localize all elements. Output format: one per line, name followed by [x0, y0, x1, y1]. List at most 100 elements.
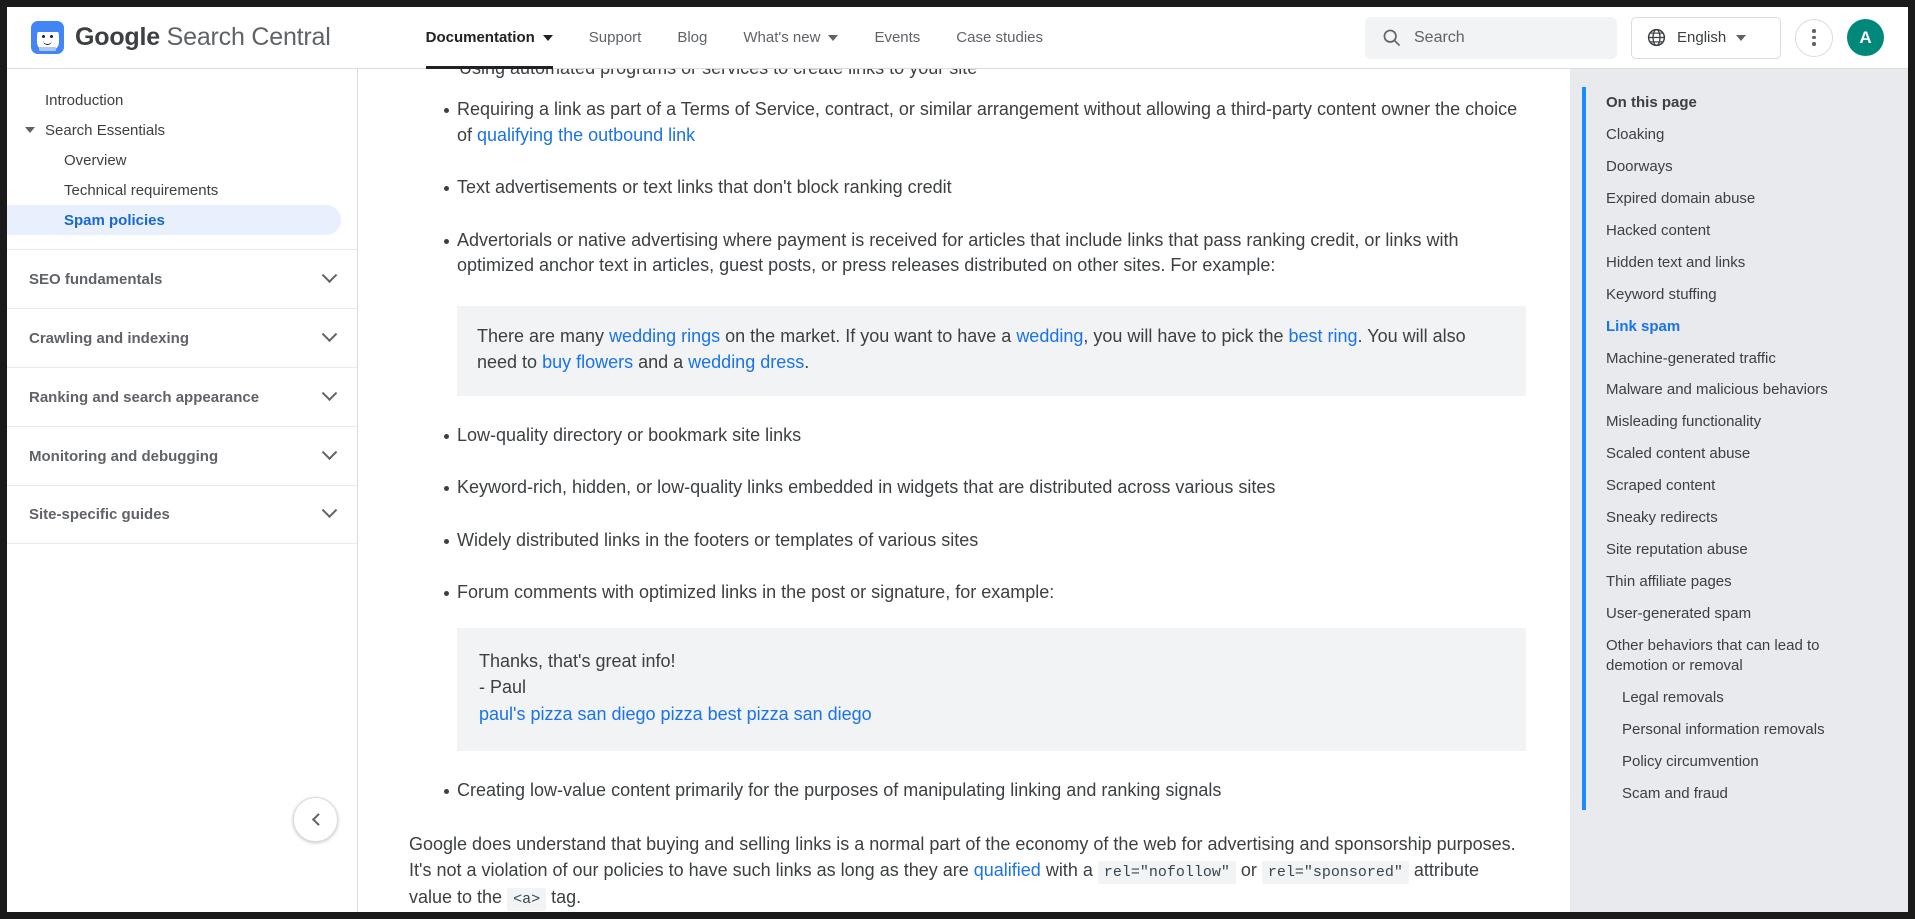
toc-item-scraped-content[interactable]: Scraped content: [1606, 470, 1872, 502]
wedding-dress-link[interactable]: wedding dress: [688, 352, 804, 372]
chevron-down-icon: [828, 35, 838, 41]
chevron-down-icon: [25, 127, 35, 133]
link-spam-bullet-list-part1: Requiring a link as part of a Terms of S…: [409, 97, 1526, 804]
forum-line-1: Thanks, that's great info!: [479, 648, 1504, 674]
toc-item-expired-domain-abuse[interactable]: Expired domain abuse: [1606, 183, 1872, 215]
sidebar-item-label: Search Essentials: [45, 122, 165, 139]
best-ring-link[interactable]: best ring: [1288, 326, 1357, 346]
nav-label-whats-new: What's new: [743, 29, 820, 46]
search-placeholder: Search: [1414, 29, 1465, 47]
toc-item-misleading-functionality[interactable]: Misleading functionality: [1606, 406, 1872, 438]
list-item: Creating low-value content primarily for…: [409, 778, 1526, 804]
sidebar-item-search-essentials[interactable]: Search Essentials: [7, 115, 357, 145]
chevron-down-icon: [322, 502, 338, 518]
closing-paragraph: Google does understand that buying and s…: [409, 831, 1526, 912]
chevron-left-icon: [312, 813, 325, 826]
nav-item-documentation[interactable]: Documentation: [408, 7, 571, 69]
list-item: Text advertisements or text links that d…: [409, 175, 1526, 201]
list-item: Requiring a link as part of a Terms of S…: [409, 97, 1526, 148]
wedding-link[interactable]: wedding: [1016, 326, 1083, 346]
toc-item-hacked-content[interactable]: Hacked content: [1606, 215, 1872, 247]
sidebar-section-seo-fundamentals[interactable]: SEO fundamentals: [7, 249, 357, 308]
chevron-down-icon: [1736, 35, 1746, 41]
sidebar-item-label: Spam policies: [64, 212, 165, 229]
search-input[interactable]: Search: [1365, 17, 1617, 59]
left-sidebar: Introduction Search Essentials Overview …: [7, 69, 358, 912]
nav-label-support: Support: [589, 29, 642, 46]
google-search-central-robot-logo-icon: [31, 21, 64, 54]
toc-item-hidden-text-and-links[interactable]: Hidden text and links: [1606, 247, 1872, 279]
sidebar-section-label: Ranking and search appearance: [29, 389, 259, 406]
avatar[interactable]: A: [1847, 19, 1884, 56]
bullet-text: Creating low-value content primarily for…: [457, 780, 1221, 800]
example-text: There are many: [477, 326, 609, 346]
nav-item-events[interactable]: Events: [856, 7, 938, 69]
buy-flowers-link[interactable]: buy flowers: [542, 352, 633, 372]
collapse-sidebar-button[interactable]: [293, 797, 338, 842]
scrolled-off-bullet: Using automated programs or services to …: [409, 69, 1526, 97]
primary-nav: Documentation Support Blog What's new Ev…: [408, 7, 1061, 69]
paragraph-text: with a: [1041, 860, 1098, 880]
forum-spam-link[interactable]: paul's pizza san diego pizza best pizza …: [479, 704, 872, 724]
nav-item-support[interactable]: Support: [571, 7, 660, 69]
language-selector[interactable]: English: [1631, 17, 1781, 59]
nav-label-events: Events: [874, 29, 920, 46]
nav-item-case-studies[interactable]: Case studies: [938, 7, 1061, 69]
toc-item-sneaky-redirects[interactable]: Sneaky redirects: [1606, 502, 1872, 534]
qualifying-the-outbound-link-link[interactable]: qualifying the outbound link: [477, 125, 695, 145]
sidebar-section-label: Site-specific guides: [29, 506, 170, 523]
sidebar-item-technical-requirements[interactable]: Technical requirements: [7, 175, 357, 205]
chevron-down-icon: [322, 385, 338, 401]
toc-item-keyword-stuffing[interactable]: Keyword stuffing: [1606, 279, 1872, 311]
toc-item-user-generated-spam[interactable]: User-generated spam: [1606, 598, 1872, 630]
sidebar-item-label: Technical requirements: [64, 182, 218, 199]
nav-label-blog: Blog: [677, 29, 707, 46]
list-item: Widely distributed links in the footers …: [409, 528, 1526, 554]
nav-item-blog[interactable]: Blog: [659, 7, 725, 69]
toc-item-policy-circumvention[interactable]: Policy circumvention: [1606, 746, 1872, 778]
sidebar-section-monitoring-and-debugging[interactable]: Monitoring and debugging: [7, 426, 357, 485]
example-text: on the market. If you want to have a: [720, 326, 1016, 346]
toc-item-other-behaviors[interactable]: Other behaviors that can lead to demotio…: [1606, 630, 1872, 682]
sidebar-item-spam-policies[interactable]: Spam policies: [7, 205, 341, 235]
on-this-page-toc: On this page Cloaking Doorways Expired d…: [1582, 87, 1872, 810]
more-options-button[interactable]: [1795, 19, 1833, 57]
toc-item-scam-and-fraud[interactable]: Scam and fraud: [1606, 778, 1872, 810]
toc-item-link-spam[interactable]: Link spam: [1606, 311, 1872, 343]
toc-item-thin-affiliate-pages[interactable]: Thin affiliate pages: [1606, 566, 1872, 598]
list-item: Forum comments with optimized links in t…: [409, 580, 1526, 751]
toc-item-doorways[interactable]: Doorways: [1606, 151, 1872, 183]
rel-nofollow-code: rel="nofollow": [1098, 861, 1236, 884]
toc-item-site-reputation-abuse[interactable]: Site reputation abuse: [1606, 534, 1872, 566]
brand-logo-link[interactable]: Google Search Central: [31, 21, 331, 54]
toc-item-scaled-content-abuse[interactable]: Scaled content abuse: [1606, 438, 1872, 470]
anchor-tag-code: <a>: [507, 888, 546, 911]
nav-label-case-studies: Case studies: [956, 29, 1043, 46]
sidebar-section-ranking-and-search-appearance[interactable]: Ranking and search appearance: [7, 367, 357, 426]
brand-rest-word: Search Central: [160, 23, 331, 51]
nav-label-documentation: Documentation: [426, 29, 535, 46]
sidebar-item-introduction[interactable]: Introduction: [7, 85, 357, 115]
toc-item-personal-information-removals[interactable]: Personal information removals: [1606, 714, 1872, 746]
brand-google-word: Google: [75, 23, 160, 51]
toc-item-legal-removals[interactable]: Legal removals: [1606, 682, 1872, 714]
avatar-initial: A: [1859, 28, 1871, 48]
bullet-text: Advertorials or native advertising where…: [457, 230, 1458, 276]
qualified-link[interactable]: qualified: [974, 860, 1041, 880]
example-text: , you will have to pick the: [1083, 326, 1288, 346]
sidebar-item-overview[interactable]: Overview: [7, 145, 357, 175]
sidebar-section-site-specific-guides[interactable]: Site-specific guides: [7, 485, 357, 544]
screenshot-root: Google Search Central Documentation Supp…: [0, 0, 1915, 919]
chevron-down-icon: [322, 267, 338, 283]
toc-item-machine-generated-traffic[interactable]: Machine-generated traffic: [1606, 343, 1872, 375]
list-item: Low-quality directory or bookmark site l…: [409, 423, 1526, 449]
bullet-text: Keyword-rich, hidden, or low-quality lin…: [457, 477, 1275, 497]
sidebar-section-crawling-and-indexing[interactable]: Crawling and indexing: [7, 308, 357, 367]
site-header: Google Search Central Documentation Supp…: [7, 7, 1908, 69]
example-text: .: [1358, 326, 1363, 346]
sidebar-section-label: SEO fundamentals: [29, 271, 162, 288]
toc-item-malware-and-malicious-behaviors[interactable]: Malware and malicious behaviors: [1606, 374, 1872, 406]
toc-item-cloaking[interactable]: Cloaking: [1606, 119, 1872, 151]
wedding-rings-link[interactable]: wedding rings: [609, 326, 720, 346]
nav-item-whats-new[interactable]: What's new: [725, 7, 856, 69]
